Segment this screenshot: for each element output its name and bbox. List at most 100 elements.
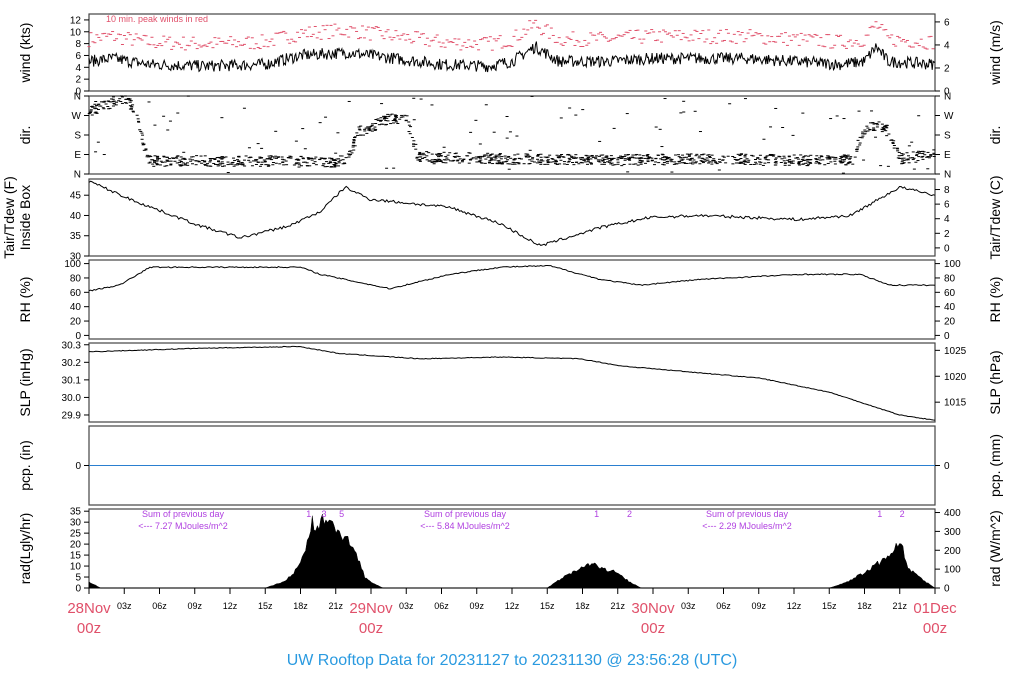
ylabel-wind: wind (kts) xyxy=(17,23,33,84)
chart-title: UW Rooftop Data for 20231127 to 20231130… xyxy=(287,652,738,669)
xtick-label: 15z xyxy=(540,601,555,611)
day-hour-label: 00z xyxy=(641,620,665,637)
ytick-label-rh: 40 xyxy=(70,302,82,313)
ylabel2-temp: Inside Box xyxy=(17,185,33,250)
ytick-right-label-rad: 400 xyxy=(944,508,961,519)
ytick-right-label-wind: 4 xyxy=(944,40,950,51)
panel-temp-frame xyxy=(88,178,936,257)
day-label: 28Nov xyxy=(67,600,111,617)
ytick-label-rad: 5 xyxy=(75,573,81,584)
ytick-right-label-temp: 0 xyxy=(944,243,950,254)
ytick-label-rad: 35 xyxy=(70,507,82,518)
xtick-label: 09z xyxy=(187,601,202,611)
ylabel-right-slp: SLP (hPa) xyxy=(987,350,1003,414)
xtick-label: 03z xyxy=(117,601,132,611)
xtick-label: 12z xyxy=(787,601,802,611)
xtick-label: 06z xyxy=(152,601,167,611)
ytick-right-label-rad: 200 xyxy=(944,546,961,557)
xtick-label: 15z xyxy=(258,601,273,611)
ytick-label-wind: 10 xyxy=(70,27,82,38)
xtick-label: 03z xyxy=(681,601,696,611)
ytick-label-slp: 29.9 xyxy=(62,410,82,421)
xtick-label: 06z xyxy=(434,601,449,611)
xtick-label: 03z xyxy=(399,601,414,611)
rad-hour-mark: 1 xyxy=(306,509,311,519)
ytick-label-wind: 4 xyxy=(75,63,81,74)
ytick-right-label-temp: 8 xyxy=(944,185,950,196)
ytick-label-rh: 100 xyxy=(64,259,81,270)
ytick-label-temp: 35 xyxy=(70,231,82,242)
ytick-right-label-rad: 100 xyxy=(944,565,961,576)
ylabel-right-pcp: pcp. (mm) xyxy=(987,434,1003,497)
ytick-label-temp: 40 xyxy=(70,211,82,222)
ytick-label-rad: 20 xyxy=(70,540,82,551)
ytick-label-rh: 20 xyxy=(70,317,82,328)
xtick-label: 12z xyxy=(505,601,520,611)
panel-slp-frame xyxy=(88,342,936,423)
ytick-label-wind: 2 xyxy=(75,75,81,86)
ytick-label-rh: 80 xyxy=(70,273,82,284)
ytick-right-label-rh: 60 xyxy=(944,288,956,299)
day-sum-line1: Sum of previous day xyxy=(424,509,507,519)
ytick-right-label-dir: W xyxy=(944,111,954,122)
rad-hour-mark: 1 xyxy=(877,509,882,519)
ytick-right-label-rh: 20 xyxy=(944,317,956,328)
ylabel-slp: SLP (inHg) xyxy=(17,348,33,416)
day-label: 01Dec xyxy=(913,600,957,617)
ytick-label-dir: S xyxy=(74,131,81,142)
day-sum-line2: <--- 7.27 MJoules/m^2 xyxy=(138,521,228,531)
ytick-right-label-rh: 40 xyxy=(944,302,956,313)
ytick-right-label-dir: N xyxy=(944,92,951,103)
ylabel-right-rh: RH (%) xyxy=(987,277,1003,323)
ytick-right-label-rad: 300 xyxy=(944,527,961,538)
xtick-label: 21z xyxy=(328,601,343,611)
ytick-right-label-slp: 1015 xyxy=(944,398,967,409)
xtick-label: 12z xyxy=(223,601,238,611)
ytick-label-slp: 30.3 xyxy=(62,340,82,351)
ytick-right-label-wind: 6 xyxy=(944,17,950,28)
ytick-right-label-rh: 80 xyxy=(944,273,956,284)
ytick-label-slp: 30.1 xyxy=(62,375,82,386)
ytick-right-label-temp: 2 xyxy=(944,229,950,240)
rad-hour-mark: 3 xyxy=(321,509,326,519)
ylabel-right-rad: rad (W/m^2) xyxy=(987,510,1003,587)
panel-rh-frame xyxy=(88,259,936,340)
day-label: 30Nov xyxy=(631,600,675,617)
ytick-label-temp: 45 xyxy=(70,191,82,202)
day-hour-label: 00z xyxy=(77,620,101,637)
rad-hour-mark: 5 xyxy=(339,509,344,519)
ytick-label-slp: 30.0 xyxy=(62,393,82,404)
day-hour-label: 00z xyxy=(923,620,947,637)
ytick-right-label-pcp: 0 xyxy=(944,461,950,472)
ytick-label-rad: 10 xyxy=(70,562,82,573)
ytick-right-label-temp: 4 xyxy=(944,214,950,225)
ylabel-right-temp: Tair/Tdew (C) xyxy=(987,175,1003,259)
ytick-right-label-rh: 0 xyxy=(944,331,950,342)
ytick-right-label-rh: 100 xyxy=(944,259,961,270)
rad-hour-mark: 1 xyxy=(594,509,599,519)
ytick-label-rad: 0 xyxy=(75,584,81,595)
series-slp-line xyxy=(89,345,936,421)
day-sum-line1: Sum of previous day xyxy=(706,509,789,519)
day-sum-line1: Sum of previous day xyxy=(142,509,225,519)
ytick-right-label-temp: 6 xyxy=(944,200,950,211)
ylabel-dir: dir. xyxy=(17,126,33,145)
ytick-label-dir: N xyxy=(74,92,81,103)
series-wind-peaks xyxy=(87,19,935,51)
ytick-right-label-slp: 1025 xyxy=(944,346,967,357)
ytick-label-pcp: 0 xyxy=(75,461,81,472)
ytick-label-rad: 30 xyxy=(70,518,82,529)
ytick-label-rad: 25 xyxy=(70,529,82,540)
peak-wind-note: 10 min. peak winds in red xyxy=(106,14,208,24)
ytick-right-label-dir: N xyxy=(944,170,951,181)
rad-hour-mark: 2 xyxy=(627,509,632,519)
ytick-right-label-dir: S xyxy=(944,131,951,142)
day-sum-line2: <--- 2.29 MJoules/m^2 xyxy=(702,521,792,531)
ytick-right-label-rad: 0 xyxy=(944,584,950,595)
ytick-label-rh: 60 xyxy=(70,288,82,299)
ytick-label-wind: 6 xyxy=(75,51,81,62)
xtick-label: 18z xyxy=(857,601,872,611)
ylabel-pcp: pcp. (in) xyxy=(17,440,33,491)
xtick-label: 09z xyxy=(751,601,766,611)
ylabel-rh: RH (%) xyxy=(17,277,33,323)
